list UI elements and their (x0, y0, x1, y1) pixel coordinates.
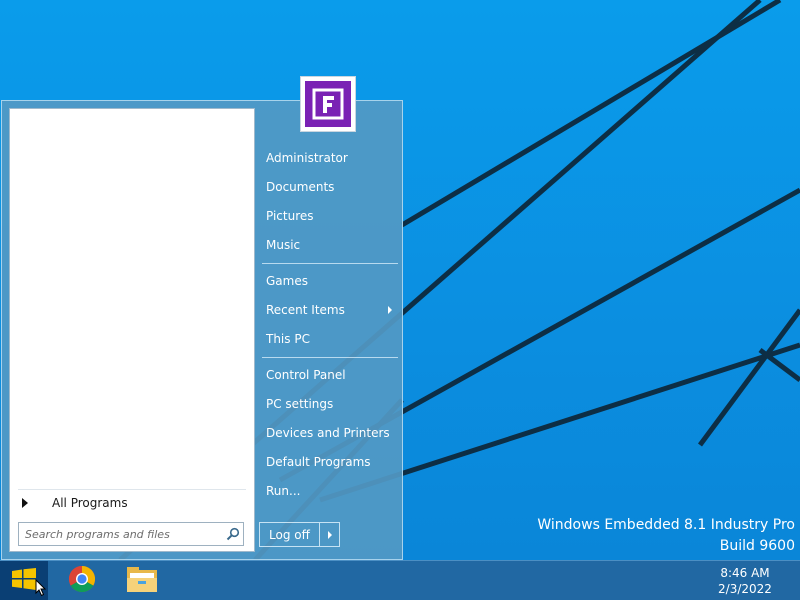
file-explorer-taskbar-button[interactable] (118, 564, 166, 598)
chrome-icon (67, 564, 97, 598)
chevron-right-icon (327, 530, 332, 539)
menu-item-music[interactable]: Music (260, 232, 398, 258)
clock-time: 8:46 AM (720, 566, 770, 580)
all-programs-label: All Programs (52, 495, 128, 510)
menu-item-label: Recent Items (266, 303, 345, 317)
start-menu: All Programs Administrator Documents Pic… (1, 100, 403, 560)
windows-watermark: Windows Embedded 8.1 Industry Pro Build … (537, 515, 795, 557)
menu-item-label: This PC (266, 332, 310, 346)
search-input[interactable] (19, 524, 223, 544)
purple-tile-icon (305, 81, 351, 127)
menu-item-documents[interactable]: Documents (260, 174, 398, 200)
menu-item-pictures[interactable]: Pictures (260, 203, 398, 229)
search-box[interactable] (18, 522, 244, 546)
windows-logo-icon (11, 568, 37, 594)
menu-item-label: Music (266, 238, 301, 252)
menu-item-label: Run... (266, 484, 301, 498)
log-off-button[interactable]: Log off (260, 523, 320, 546)
clock-date: 2/3/2022 (718, 582, 772, 596)
menu-item-run[interactable]: Run... (260, 478, 398, 504)
user-picture-tile[interactable] (300, 76, 356, 132)
right-arrow-icon (22, 497, 28, 508)
log-off-group: Log off (259, 522, 340, 547)
search-icon[interactable] (223, 524, 243, 544)
all-programs-button[interactable]: All Programs (18, 489, 246, 515)
log-off-options-button[interactable] (320, 523, 339, 546)
chrome-taskbar-button[interactable] (58, 564, 106, 598)
taskbar: 8:46 AM 2/3/2022 (0, 560, 800, 600)
menu-item-control-panel[interactable]: Control Panel (260, 362, 398, 388)
menu-item-label: Documents (266, 180, 335, 194)
menu-separator (262, 263, 398, 264)
menu-item-label: Control Panel (266, 368, 346, 382)
edition-text: Windows Embedded 8.1 Industry Pro (537, 517, 795, 533)
menu-item-label: Games (266, 274, 308, 288)
menu-separator (262, 357, 398, 358)
menu-item-this-pc[interactable]: This PC (260, 326, 398, 352)
menu-item-label: Pictures (266, 209, 314, 223)
menu-item-label: Default Programs (266, 455, 371, 469)
start-button[interactable] (0, 561, 48, 600)
menu-item-label: Devices and Printers (266, 426, 390, 440)
build-text: Build 9600 (719, 538, 795, 554)
log-off-label: Log off (269, 527, 310, 542)
programs-pane: All Programs (9, 108, 255, 552)
menu-item-games[interactable]: Games (260, 268, 398, 294)
menu-item-devices-and-printers[interactable]: Devices and Printers (260, 420, 398, 446)
menu-item-administrator[interactable]: Administrator (260, 145, 398, 171)
menu-item-default-programs[interactable]: Default Programs (260, 449, 398, 475)
menu-item-pc-settings[interactable]: PC settings (260, 391, 398, 417)
submenu-arrow-icon (388, 306, 392, 314)
system-clock[interactable]: 8:46 AM 2/3/2022 (710, 565, 780, 597)
mouse-cursor-icon (35, 578, 47, 600)
menu-item-label: PC settings (266, 397, 334, 411)
file-explorer-icon (125, 564, 159, 598)
menu-item-label: Administrator (266, 151, 348, 165)
start-menu-right-pane: Administrator Documents Pictures Music G… (260, 101, 400, 559)
menu-item-recent-items[interactable]: Recent Items (260, 297, 398, 323)
